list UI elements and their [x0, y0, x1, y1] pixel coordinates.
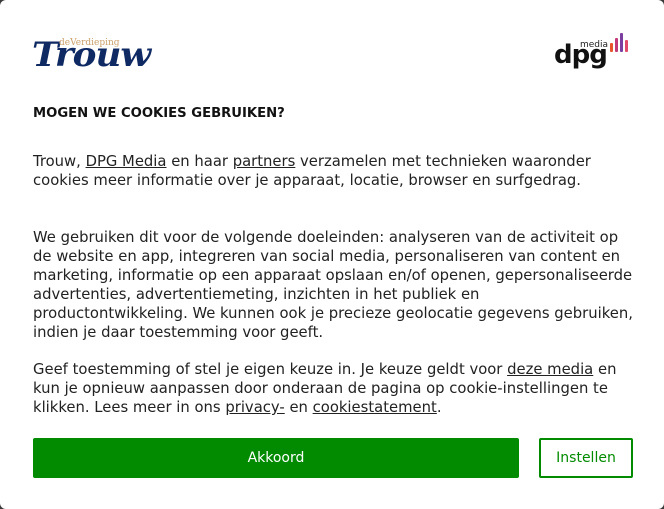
- dialog-heading: MOGEN WE COOKIES GEBRUIKEN?: [33, 106, 285, 121]
- intro-paragraph: Trouw, DPG Media en haar partners verzam…: [33, 152, 633, 190]
- partners-link[interactable]: partners: [233, 153, 296, 170]
- settings-button[interactable]: Instellen: [539, 438, 633, 478]
- trouw-sub-label: deVerdieping: [59, 38, 120, 48]
- consent-paragraph: Geef toestemming of stel je eigen keuze …: [33, 360, 633, 417]
- deze-media-link[interactable]: deze media: [507, 361, 593, 378]
- cookie-statement-link[interactable]: cookiestatement: [313, 399, 437, 416]
- privacy-statement-link[interactable]: privacy-: [225, 399, 284, 416]
- cookie-consent-dialog: Trouw deVerdieping dpg media MOGEN WE CO…: [0, 0, 664, 509]
- consent-text-4: .: [436, 399, 442, 416]
- consent-text-3: en: [284, 399, 313, 416]
- trouw-logo: Trouw deVerdieping: [32, 30, 164, 78]
- dpg-media-link[interactable]: DPG Media: [86, 153, 167, 170]
- dpg-bars-icon: [610, 32, 632, 52]
- dialog-header: Trouw deVerdieping dpg media: [32, 30, 634, 80]
- dpg-bar-4: [625, 40, 628, 52]
- dpg-bar-1: [610, 43, 613, 52]
- dpg-bar-3: [620, 33, 623, 52]
- consent-text-1: Geef toestemming of stel je eigen keuze …: [33, 361, 508, 378]
- intro-text-1: Trouw,: [33, 153, 86, 170]
- purposes-paragraph: We gebruiken dit voor de volgende doelei…: [33, 229, 633, 341]
- intro-text-2: en haar: [166, 153, 233, 170]
- dpg-bar-2: [615, 38, 618, 52]
- dpg-media-label: media: [580, 40, 609, 50]
- accept-button[interactable]: Akkoord: [33, 438, 519, 478]
- dpg-media-logo: dpg media: [554, 32, 634, 76]
